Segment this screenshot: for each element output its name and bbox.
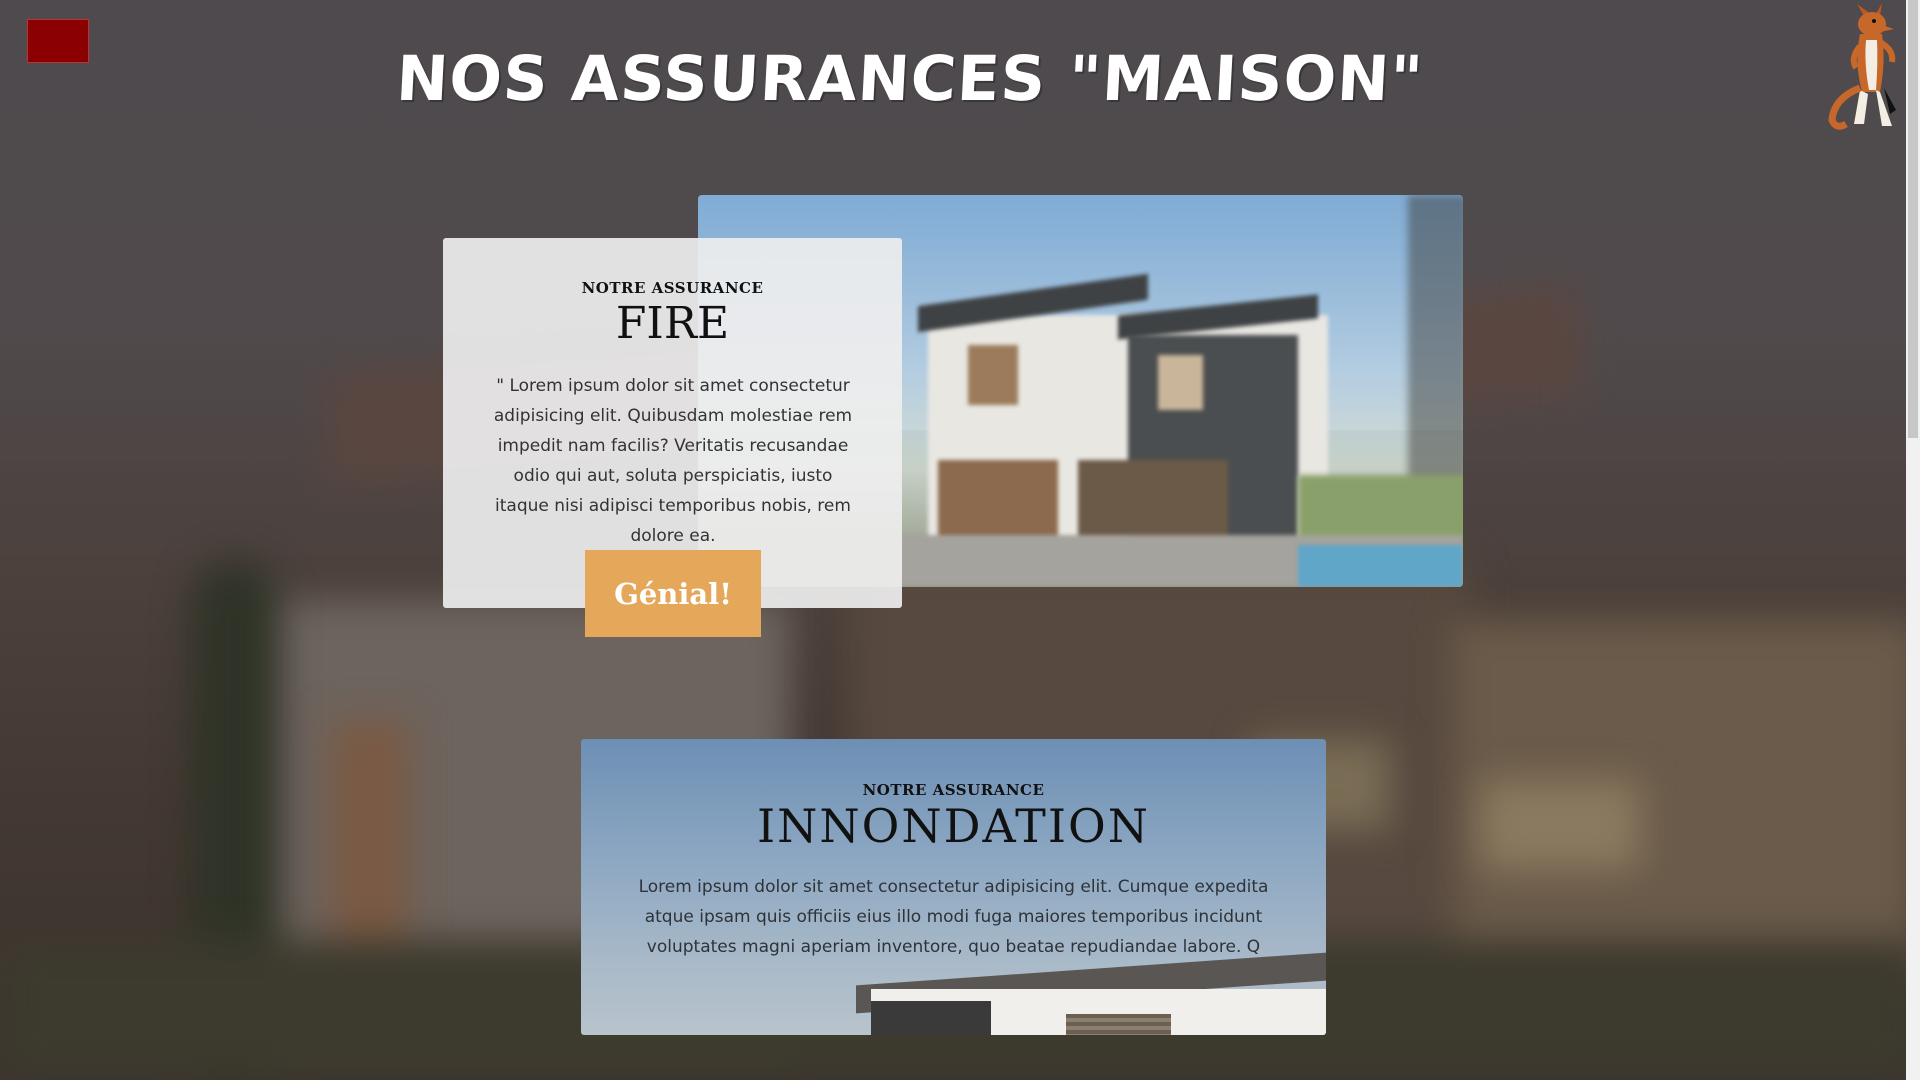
scrollbar-thumb[interactable] — [1908, 0, 1918, 438]
background-window — [1480, 780, 1640, 870]
page-title: NOS ASSURANCES "MAISON" — [394, 42, 1426, 115]
genial-button[interactable]: Génial! — [585, 550, 761, 637]
background-door — [330, 720, 410, 970]
card-building-shutter — [1066, 1014, 1171, 1035]
card-heading: INNONDATION — [756, 799, 1151, 853]
card-building-window — [871, 1001, 991, 1035]
flood-insurance-card: NOTRE ASSURANCE INNONDATION Lorem ipsum … — [581, 739, 1326, 1035]
card-heading: FIRE — [615, 298, 730, 349]
card-eyebrow: NOTRE ASSURANCE — [862, 781, 1045, 799]
scrollbar[interactable] — [1906, 0, 1920, 1080]
fox-mascot-icon[interactable] — [1824, 2, 1906, 132]
card-description: Lorem ipsum dolor sit amet consectetur a… — [638, 877, 1269, 957]
card-eyebrow: NOTRE ASSURANCE — [581, 279, 764, 297]
card-description: " Lorem ipsum dolor sit amet consectetur… — [493, 376, 853, 546]
